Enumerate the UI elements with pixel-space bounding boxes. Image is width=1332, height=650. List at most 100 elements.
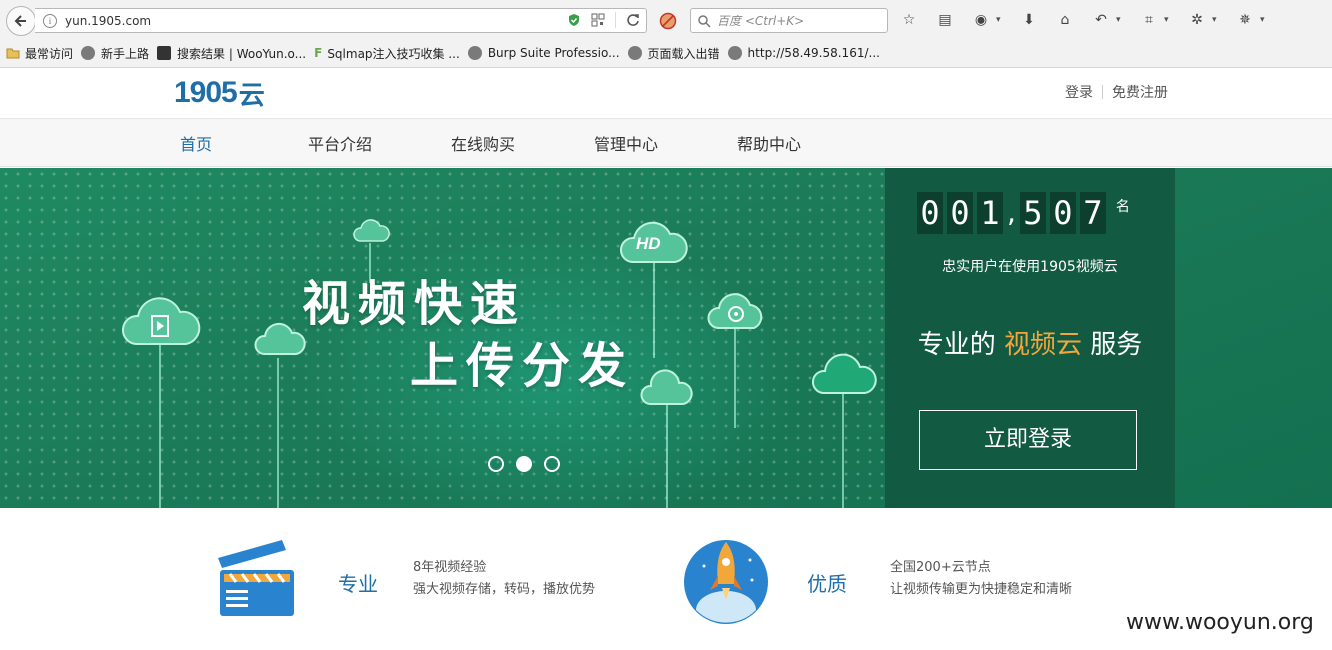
carousel-dots: [488, 456, 560, 472]
bookmark-label: 新手上路: [101, 46, 150, 61]
globe-icon: [727, 46, 742, 60]
reload-icon[interactable]: [626, 13, 640, 27]
search-placeholder: 百度 <Ctrl+K>: [717, 14, 805, 28]
counter-digit: 5: [1019, 192, 1046, 234]
wooyun-icon: [157, 46, 172, 60]
browser-toolbar: i yun.1905.com 百度 <Ctrl+K> ☆ ▤ ◉ ▾ ⬇ ⌂ ↶…: [0, 0, 1332, 38]
bookmark-item[interactable]: Burp Suite Professio...: [467, 46, 620, 60]
globe-icon: [467, 46, 482, 60]
pro-highlight: 视频云: [1003, 330, 1082, 360]
hero-banner: HD 视频快速 上传分发 0 0 1 , 5 0 7 名 忠实用户在使用1905…: [0, 168, 1332, 508]
pro-suffix: 服务: [1090, 330, 1143, 360]
bug-icon[interactable]: ✵: [1234, 9, 1256, 31]
user-counter: 0 0 1 , 5 0 7 名: [917, 192, 1130, 234]
login-now-button[interactable]: 立即登录: [919, 410, 1137, 470]
search-input[interactable]: 百度 <Ctrl+K>: [690, 8, 888, 33]
bookmarks-bar: 最常访问 新手上路 搜索结果 | WooYun.o... F Sqlmap注入技巧…: [0, 40, 1332, 66]
counter-digit: 7: [1079, 192, 1106, 234]
counter-digit: 0: [917, 192, 943, 234]
f-logo-icon: F: [314, 46, 323, 60]
bookmark-label: Sqlmap注入技巧收集 ...: [327, 46, 460, 61]
users-text: 忠实用户在使用1905视频云: [942, 259, 1118, 275]
chevron-down-icon[interactable]: ▾: [1212, 15, 1220, 25]
film-reel-cloud-icon: [707, 293, 763, 329]
toolbar-icons: ☆ ▤ ◉ ▾ ⬇ ⌂ ↶ ▾ ⌗ ▾ ✲ ▾ ✵ ▾: [898, 8, 1282, 32]
logo-text: 1905: [174, 76, 238, 109]
carousel-dot[interactable]: [544, 456, 560, 472]
chevron-down-icon[interactable]: ▾: [1260, 15, 1268, 25]
nav-management[interactable]: 管理中心: [594, 131, 658, 155]
cloud-pole: [734, 328, 736, 428]
star-icon[interactable]: ☆: [898, 9, 920, 31]
browser-chrome: i yun.1905.com 百度 <Ctrl+K> ☆ ▤ ◉ ▾ ⬇ ⌂ ↶…: [0, 0, 1332, 68]
address-bar[interactable]: i yun.1905.com: [35, 8, 647, 33]
carousel-dot-active[interactable]: [516, 456, 532, 472]
carousel-dot[interactable]: [488, 456, 504, 472]
bookmark-item[interactable]: http://58.49.58.161/...: [727, 46, 880, 60]
counter-comma: ,: [1007, 196, 1016, 229]
bookmark-label: Burp Suite Professio...: [487, 46, 620, 60]
feature-title: 优质: [807, 572, 847, 596]
main-nav: 首页 平台介绍 在线购买 管理中心 帮助中心: [0, 118, 1332, 167]
back-arrow-icon: [14, 15, 26, 27]
download-icon[interactable]: ⬇: [1018, 9, 1040, 31]
feature-desc-line: 强大视频存储，转码，播放优势: [413, 582, 596, 597]
bookmark-item[interactable]: 最常访问: [6, 45, 73, 62]
feature-desc: 全国200+云节点 让视频传输更为快捷稳定和清晰: [890, 557, 1072, 601]
cloud-pole: [277, 358, 279, 508]
site-logo[interactable]: 1905 云: [174, 76, 265, 111]
bookmark-item[interactable]: 新手上路: [81, 45, 149, 62]
bookmark-label: 页面载入出错: [647, 46, 720, 61]
home-icon[interactable]: ⌂: [1054, 9, 1076, 31]
divider: [1102, 85, 1103, 99]
back-button[interactable]: [6, 6, 36, 36]
cloud-icon: [811, 353, 877, 394]
hero-slogan-line2: 上传分发: [410, 338, 635, 394]
chevron-down-icon[interactable]: ▾: [996, 15, 1004, 25]
reading-list-icon[interactable]: ▤: [934, 9, 956, 31]
globe-icon: [627, 46, 642, 60]
shield-icon[interactable]: [567, 13, 581, 27]
pro-tagline: 专业的 视频云 服务: [885, 324, 1175, 361]
register-link[interactable]: 免费注册: [1112, 82, 1168, 102]
chevron-down-icon[interactable]: ▾: [1164, 15, 1172, 25]
nav-home[interactable]: 首页: [180, 131, 212, 155]
extension-icon[interactable]: ✲: [1186, 9, 1208, 31]
feature-desc-line: 全国200+云节点: [890, 560, 991, 575]
login-link[interactable]: 登录: [1065, 82, 1093, 102]
adblock-icon[interactable]: [659, 12, 677, 30]
counter-unit: 名: [1115, 199, 1130, 215]
video-cloud-icon: [121, 297, 201, 345]
feature-desc: 8年视频经验 强大视频存储，转码，播放优势: [413, 557, 595, 601]
nav-buy-online[interactable]: 在线购买: [451, 131, 515, 155]
bookmark-label: 搜索结果 | WooYun.o...: [177, 46, 307, 61]
bookmark-item[interactable]: 搜索结果 | WooYun.o...: [157, 45, 306, 62]
chevron-down-icon[interactable]: ▾: [1116, 15, 1124, 25]
crop-icon[interactable]: ⌗: [1138, 9, 1160, 31]
counter-digit: 0: [1049, 192, 1076, 234]
hero-slogan-line1: 视频快速: [302, 276, 527, 332]
palette-icon[interactable]: ◉: [970, 9, 992, 31]
counter-digit: 0: [947, 192, 973, 234]
qrcode-icon[interactable]: [591, 13, 605, 27]
feature-title: 专业: [338, 572, 378, 596]
globe-icon: [81, 46, 96, 60]
cloud-pole: [842, 394, 844, 508]
undo-icon[interactable]: ↶: [1090, 9, 1112, 31]
watermark: www.wooyun.org: [1126, 610, 1314, 635]
stats-panel: 0 0 1 , 5 0 7 名 忠实用户在使用1905视频云 专业的 视频云 服…: [885, 168, 1175, 508]
pro-prefix: 专业的: [917, 330, 996, 360]
cloud-icon: [353, 219, 390, 242]
cloud-pole: [159, 343, 161, 508]
bookmark-item[interactable]: 页面载入出错: [627, 45, 720, 62]
nav-help[interactable]: 帮助中心: [737, 131, 801, 155]
search-icon: [698, 14, 711, 28]
nav-platform-intro[interactable]: 平台介绍: [308, 131, 372, 155]
cloud-icon: [640, 369, 693, 405]
folder-icon: [6, 48, 20, 59]
hd-label: HD: [636, 234, 661, 253]
info-icon[interactable]: i: [43, 13, 57, 28]
counter-digit: 1: [977, 192, 1003, 234]
bookmark-item[interactable]: F Sqlmap注入技巧收集 ...: [314, 45, 460, 62]
cloud-pole: [653, 263, 655, 358]
